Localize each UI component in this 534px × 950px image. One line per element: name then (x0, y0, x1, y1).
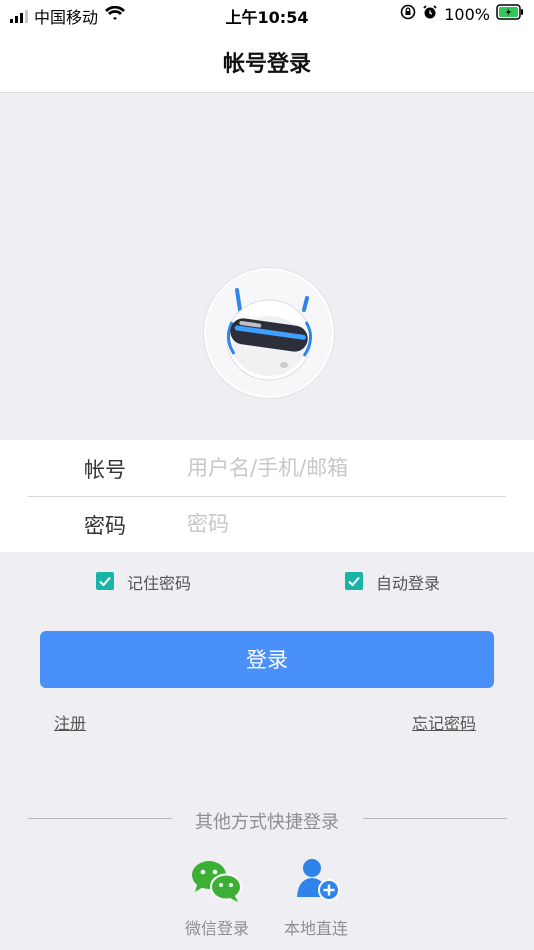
alarm-icon (422, 4, 438, 24)
login-options: 记住密码 自动登录 (0, 570, 534, 594)
auto-login-checkbox[interactable] (345, 572, 363, 590)
check-icon (99, 576, 111, 587)
wechat-login-label: 微信登录 (184, 919, 249, 938)
battery-icon (496, 4, 524, 24)
auto-login-label[interactable]: 自动登录 (376, 570, 440, 594)
password-label: 密码 (84, 514, 126, 538)
robot-logo-icon (226, 288, 312, 381)
remember-password-checkbox[interactable] (96, 572, 114, 590)
forgot-password-link[interactable]: 忘记密码 (412, 710, 476, 734)
account-row: 帐号 (0, 440, 534, 497)
nav-bar: 帐号登录 (0, 30, 534, 93)
local-connect-label: 本地直连 (283, 919, 348, 938)
alt-login-divider-right (363, 818, 507, 819)
account-label: 帐号 (84, 458, 126, 482)
page-title: 帐号登录 (222, 52, 311, 77)
add-user-icon (286, 857, 346, 907)
remember-password-label[interactable]: 记住密码 (127, 570, 191, 594)
wechat-icon (187, 857, 247, 907)
wechat-login-button[interactable]: 微信登录 (172, 857, 262, 939)
register-link[interactable]: 注册 (54, 710, 86, 734)
password-row: 密码 (0, 496, 534, 552)
login-form: 帐号 密码 (0, 440, 534, 552)
alt-login-title: 其他方式快捷登录 (195, 812, 339, 833)
account-input[interactable] (185, 450, 489, 486)
rotation-lock-icon (400, 4, 416, 24)
local-connect-button[interactable]: 本地直连 (271, 857, 361, 939)
status-right: 100% (400, 4, 524, 24)
login-button[interactable]: 登录 (40, 631, 494, 688)
robot-avatar (204, 268, 334, 398)
status-bar: 中国移动 上午10:54 100% (0, 0, 534, 30)
check-icon (348, 576, 360, 587)
password-input[interactable] (185, 506, 489, 542)
battery-label: 100% (444, 4, 490, 24)
